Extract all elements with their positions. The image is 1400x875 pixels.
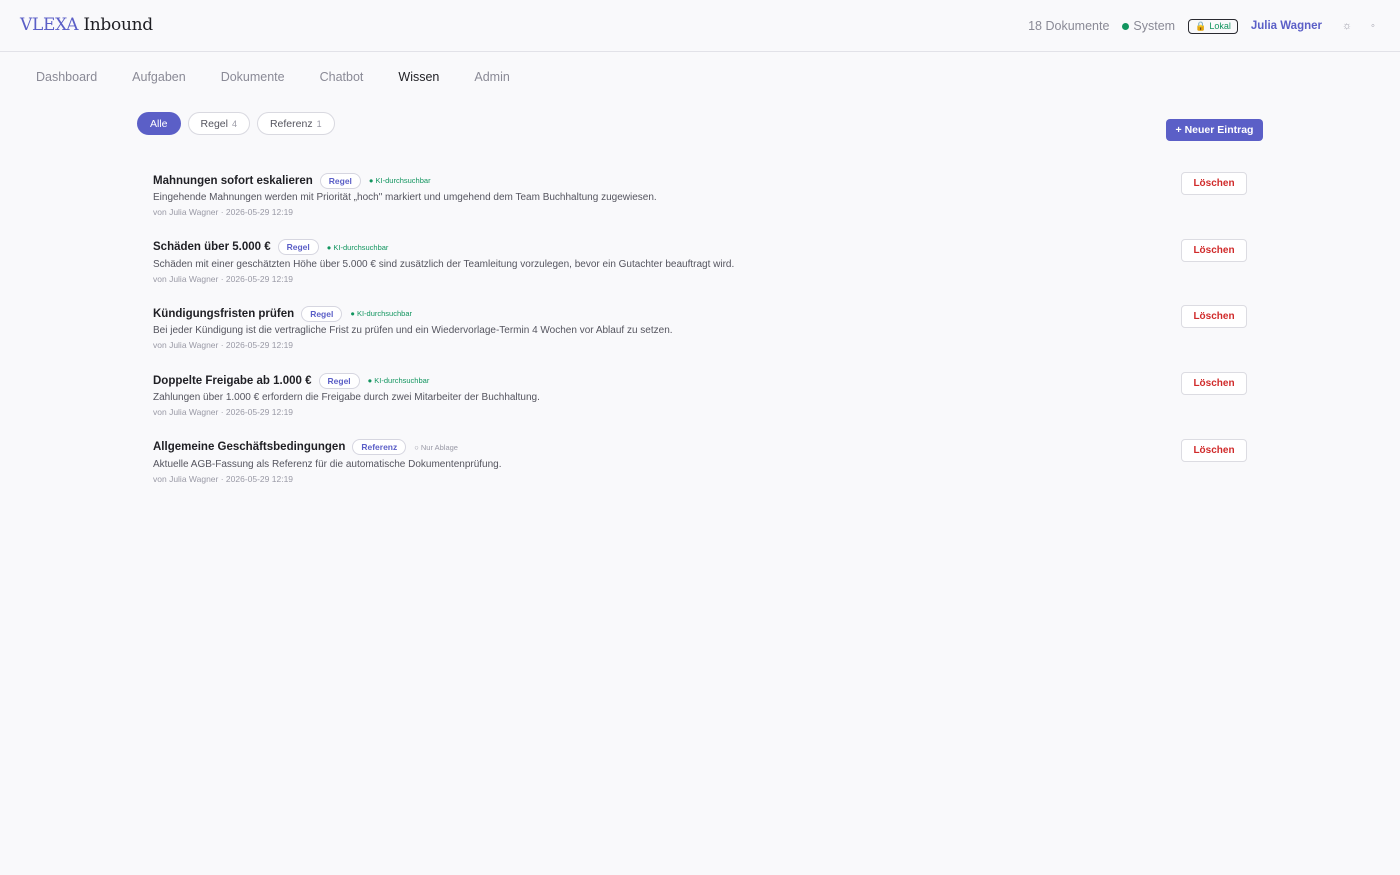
lock-icon: 🔒 [1195,20,1207,31]
filter-rule-label: Regel [200,117,228,130]
user-name[interactable]: Julia Wagner [1251,20,1322,32]
main-navigation: Dashboard Aufgaben Dokumente Chatbot Wis… [36,69,545,85]
filter-reference-chip[interactable]: Referenz 1 [256,112,335,135]
delete-button[interactable]: Löschen [1181,372,1247,396]
entry-meta: von Julia Wagner · 2026-05-29 12:19 [153,473,294,484]
entry-title: Mahnungen sofort eskalieren [153,174,313,187]
tab-admin[interactable]: Admin [474,69,509,85]
system-status: System [1122,19,1175,33]
sun-icon[interactable]: ☼ [1340,20,1354,32]
delete-button[interactable]: Löschen [1181,438,1247,462]
entry-meta: von Julia Wagner · 2026-05-29 12:19 [153,407,294,418]
entry-header: Doppelte Freigabe ab 1.000 € Regel ● KI-… [153,372,1247,389]
delete-button[interactable]: Löschen [1181,305,1247,329]
status-dot-icon [1122,22,1130,30]
entry-header: Schäden über 5.000 € Regel ● KI-durchsuc… [153,239,1247,256]
entry-description: Eingehende Mahnungen werden mit Prioritä… [153,192,657,203]
entry-title: Kündigungsfristen prüfen [153,307,295,320]
entry-description: Schäden mit einer geschätzten Höhe über … [153,258,735,270]
entry-meta: von Julia Wagner · 2026-05-29 12:19 [153,340,294,351]
tab-aufgaben[interactable]: Aufgaben [132,69,186,85]
entry-title: Doppelte Freigabe ab 1.000 € [153,374,312,387]
entry-type-badge: Regel [277,239,319,256]
knowledge-entry: Kündigungsfristen prüfen Regel ● KI-durc… [153,305,1247,372]
filter-chips: Alle Regel 4 Referenz 1 [137,112,342,135]
settings-dot-icon[interactable]: ◦ [1366,20,1380,32]
entry-header: Mahnungen sofort eskalieren Regel ● KI-d… [153,172,1247,189]
ki-status-label: ● KI-durchsuchbar [326,242,389,252]
delete-button[interactable]: Löschen [1181,238,1247,262]
tab-chatbot[interactable]: Chatbot [320,69,364,85]
knowledge-entry: Schäden über 5.000 € Regel ● KI-durchsuc… [153,238,1247,306]
filter-all-chip[interactable]: Alle [137,112,181,135]
entry-header: Kündigungsfristen prüfen Regel ● KI-durc… [153,305,1247,322]
ki-status-label: ○ Nur Ablage [414,442,458,452]
entry-description: Bei jeder Kündigung ist die vertragliche… [153,325,673,337]
entry-title: Allgemeine Geschäftsbedingungen [153,441,346,454]
brand-name: VLEXA [20,15,79,35]
ki-status-label: ● KI-durchsuchbar [368,176,431,185]
entry-type-badge: Referenz [352,439,407,456]
delete-button[interactable]: Löschen [1181,172,1247,195]
filter-rule-chip[interactable]: Regel 4 [187,112,250,135]
ki-status-label: ● KI-durchsuchbar [350,309,412,319]
tab-dashboard[interactable]: Dashboard [36,69,97,85]
product-name: Inbound [83,15,153,35]
entry-header: Allgemeine Geschäftsbedingungen Referenz… [153,439,1247,456]
tab-wissen[interactable]: Wissen [398,69,439,85]
top-bar: VLEXA Inbound 18 Dokumente System 🔒 Loka… [0,0,1400,52]
filter-rule-count: 4 [231,118,237,129]
filter-all-label: Alle [150,117,168,130]
filter-reference-label: Referenz [269,117,313,130]
new-entry-button[interactable]: + Neuer Eintrag [1166,119,1263,141]
system-status-label: System [1133,19,1176,33]
local-badge: 🔒 Lokal [1188,18,1238,34]
entry-description: Zahlungen über 1.000 € erfordern die Fre… [153,392,540,404]
entry-meta: von Julia Wagner · 2026-05-29 12:19 [153,207,294,217]
entry-meta: von Julia Wagner · 2026-05-29 12:19 [153,273,294,284]
ki-status-label: ● KI-durchsuchbar [367,376,430,386]
entry-type-badge: Regel [318,372,360,389]
local-badge-label: Lokal [1209,20,1231,31]
knowledge-entry: Mahnungen sofort eskalieren Regel ● KI-d… [153,172,1247,239]
entry-type-badge: Regel [301,305,343,322]
entry-description: Aktuelle AGB-Fassung als Referenz für di… [153,458,502,470]
entry-title: Schäden über 5.000 € [153,241,271,254]
header-status-area: 18 Dokumente System 🔒 Lokal Julia Wagner… [1028,16,1380,36]
document-count: 18 Dokumente [1028,19,1110,33]
knowledge-entry-list: Mahnungen sofort eskalieren Regel ● KI-d… [153,172,1247,505]
filter-reference-count: 1 [316,118,322,129]
knowledge-entry: Allgemeine Geschäftsbedingungen Referenz… [153,438,1247,506]
tab-dokumente[interactable]: Dokumente [221,69,285,85]
knowledge-entry: Doppelte Freigabe ab 1.000 € Regel ● KI-… [153,372,1247,439]
entry-type-badge: Regel [319,172,361,189]
app-logo[interactable]: VLEXA Inbound [20,15,153,35]
